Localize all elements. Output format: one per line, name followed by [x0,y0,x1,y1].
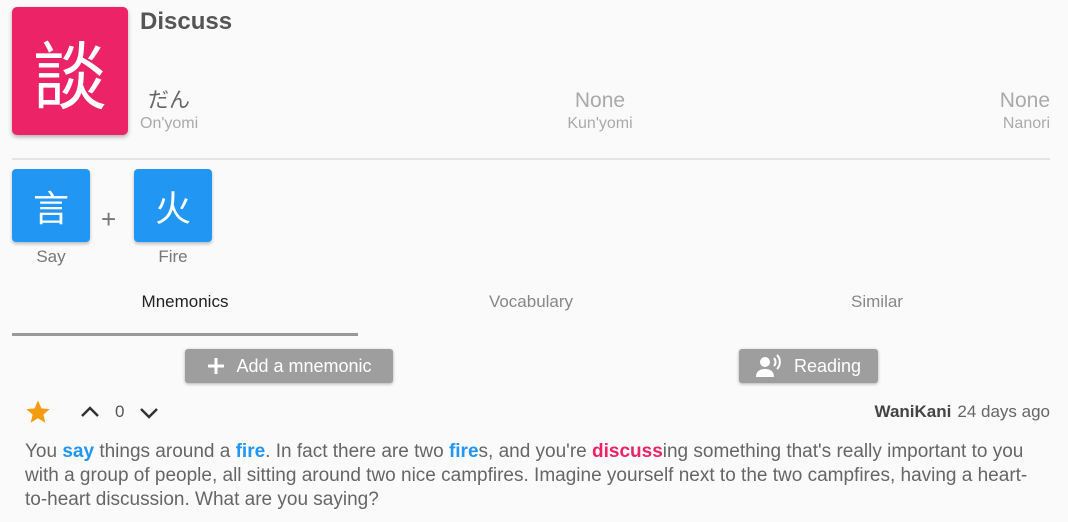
mnemonic-author-info: WaniKani 24 days ago [875,402,1050,422]
vote-count: 0 [115,402,125,421]
radical-say-tile[interactable]: 言 [12,169,90,242]
kunyomi-reading: None Kun'yomi [560,88,640,134]
kunyomi-label: Kun'yomi [567,115,633,132]
tab-mnemonics[interactable]: Mnemonics [12,292,358,312]
reading-button-label: Reading [793,355,862,376]
radical-highlight: say [62,441,95,462]
kunyomi-value: None [574,89,626,112]
radical-fire-tile[interactable]: 火 [134,169,212,242]
upvote-chevron-icon[interactable] [79,401,101,423]
onyomi-label: On'yomi [140,115,199,132]
mnemonic-vote-row: 0 [24,398,160,426]
radical-highlight: fire [235,441,266,462]
nanori-label: Nanori [1002,115,1050,132]
nanori-value: None [999,89,1050,112]
speaking-person-icon [755,354,784,378]
onyomi-value: だん [148,89,190,112]
reading-button[interactable]: Reading [739,349,878,383]
downvote-chevron-icon[interactable] [138,401,160,423]
radical-say-label: Say [36,247,66,266]
radical-highlight: fire [448,441,479,462]
plus-icon [206,356,226,376]
radical-fire-label: Fire [158,247,188,266]
mnemonic-text-part: s, and you're [478,441,592,462]
mnemonic-author[interactable]: WaniKani [875,402,952,421]
mnemonic-text: You say things around a fire. In fact th… [25,440,1035,512]
mnemonic-time: 24 days ago [957,402,1050,421]
nanori-reading: None Nanori [1000,88,1050,134]
mnemonic-text-part: things around a [94,441,236,462]
tab-vocabulary[interactable]: Vocabulary [358,292,704,312]
add-mnemonic-button[interactable]: Add a mnemonic [185,349,393,383]
onyomi-reading: だん On'yomi [140,88,198,134]
add-mnemonic-label: Add a mnemonic [236,355,372,376]
star-icon[interactable] [24,398,52,426]
mnemonic-text-part: . In fact there are two [265,441,449,462]
mnemonic-text-part: You [25,441,63,462]
kanji-tile: 談 [12,7,128,135]
kanji-meaning-title: Discuss [140,8,233,35]
plus-sign: + [101,204,117,234]
active-tab-indicator [12,333,358,336]
tab-similar[interactable]: Similar [704,292,1050,312]
header-divider [12,158,1050,160]
kanji-highlight: discuss [592,441,663,462]
